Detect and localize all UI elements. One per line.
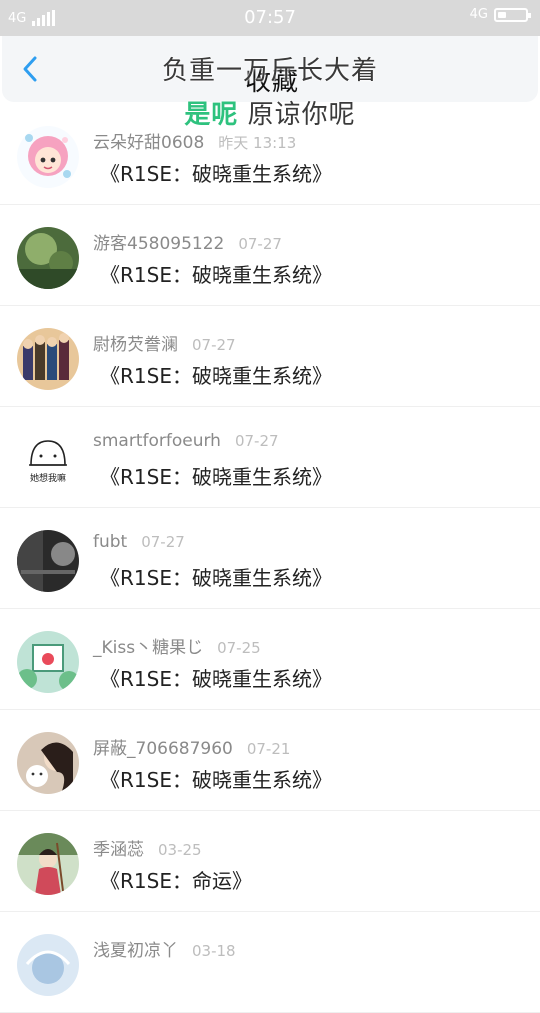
- avatar: [17, 732, 79, 794]
- avatar: [17, 530, 79, 592]
- book-title: 《R1SE：破晓重生系统》: [100, 465, 332, 489]
- date: 07-27: [141, 533, 185, 551]
- list-item[interactable]: 云朵好甜0608 昨天 13:13 《R1SE：破晓重生系统》: [0, 104, 540, 205]
- book-title: 《R1SE：破晓重生系统》: [100, 162, 332, 186]
- list-item[interactable]: 浅夏初凉丫 03-18: [0, 912, 540, 1013]
- book-title: 《R1SE：破晓重生系统》: [100, 566, 332, 590]
- avatar-doodle-text: 她想我嘛: [30, 472, 66, 484]
- book-title: 《R1SE：命运》: [100, 869, 252, 893]
- list-item[interactable]: 游客458095122 07-27 《R1SE：破晓重生系统》: [0, 205, 540, 306]
- date: 07-27: [234, 432, 279, 450]
- avatar: [17, 833, 79, 895]
- username: smartforfoeurh 07-27: [93, 431, 279, 451]
- date: 07-25: [217, 639, 261, 657]
- avatar: [17, 934, 79, 996]
- date: 昨天 13:13: [218, 134, 297, 152]
- username: 季涵蕊 03-25: [93, 840, 202, 860]
- date: 07-27: [192, 336, 236, 354]
- avatar: 她想我嘛: [17, 429, 79, 491]
- username: _Kiss丶糖果じ 07-25: [93, 638, 261, 658]
- avatar: [17, 328, 79, 390]
- book-title: 《R1SE：破晓重生系统》: [100, 364, 332, 388]
- book-title: 《R1SE：破晓重生系统》: [100, 667, 332, 691]
- floating-lyric-line-1: 负重一万斤长大着: [161, 56, 378, 86]
- network-label-right: 4G: [469, 7, 488, 22]
- username: 云朵好甜0608 昨天 13:13: [93, 133, 297, 153]
- status-bar: 4G 07:57 4G: [0, 0, 540, 36]
- avatar: [17, 631, 79, 693]
- list-item[interactable]: 季涵蕊 03-25 《R1SE：命运》: [0, 811, 540, 912]
- date: 03-18: [192, 942, 236, 960]
- list-item[interactable]: _Kiss丶糖果じ 07-25 《R1SE：破晓重生系统》: [0, 609, 540, 710]
- username: 浅夏初凉丫 03-18: [93, 941, 236, 961]
- list-item[interactable]: 屏蔽_706687960 07-21 《R1SE：破晓重生系统》: [0, 710, 540, 811]
- list-item[interactable]: 尉杨芡誊澜 07-27 《R1SE：破晓重生系统》: [0, 306, 540, 407]
- status-right: 4G: [469, 7, 531, 22]
- username: 游客458095122 07-27: [93, 234, 282, 254]
- username: 尉杨芡誊澜 07-27: [93, 335, 236, 355]
- favorites-list: 云朵好甜0608 昨天 13:13 《R1SE：破晓重生系统》 游客4580951…: [0, 104, 540, 1013]
- date: 07-21: [246, 740, 291, 758]
- battery-icon: [494, 7, 531, 22]
- avatar: [17, 126, 79, 188]
- avatar: [17, 227, 79, 289]
- status-time: 07:57: [244, 7, 296, 28]
- date: 03-25: [158, 841, 202, 859]
- list-item[interactable]: 她想我嘛 smartforfoeurh 07-27 《R1SE：破晓重生系统》: [0, 407, 540, 508]
- list-item[interactable]: fubt 07-27 《R1SE：破晓重生系统》: [0, 508, 540, 609]
- username: 屏蔽_706687960 07-21: [93, 739, 291, 759]
- book-title: 《R1SE：破晓重生系统》: [100, 263, 332, 287]
- book-title: 《R1SE：破晓重生系统》: [100, 768, 332, 792]
- date: 07-27: [238, 235, 282, 253]
- username: fubt 07-27: [93, 532, 185, 552]
